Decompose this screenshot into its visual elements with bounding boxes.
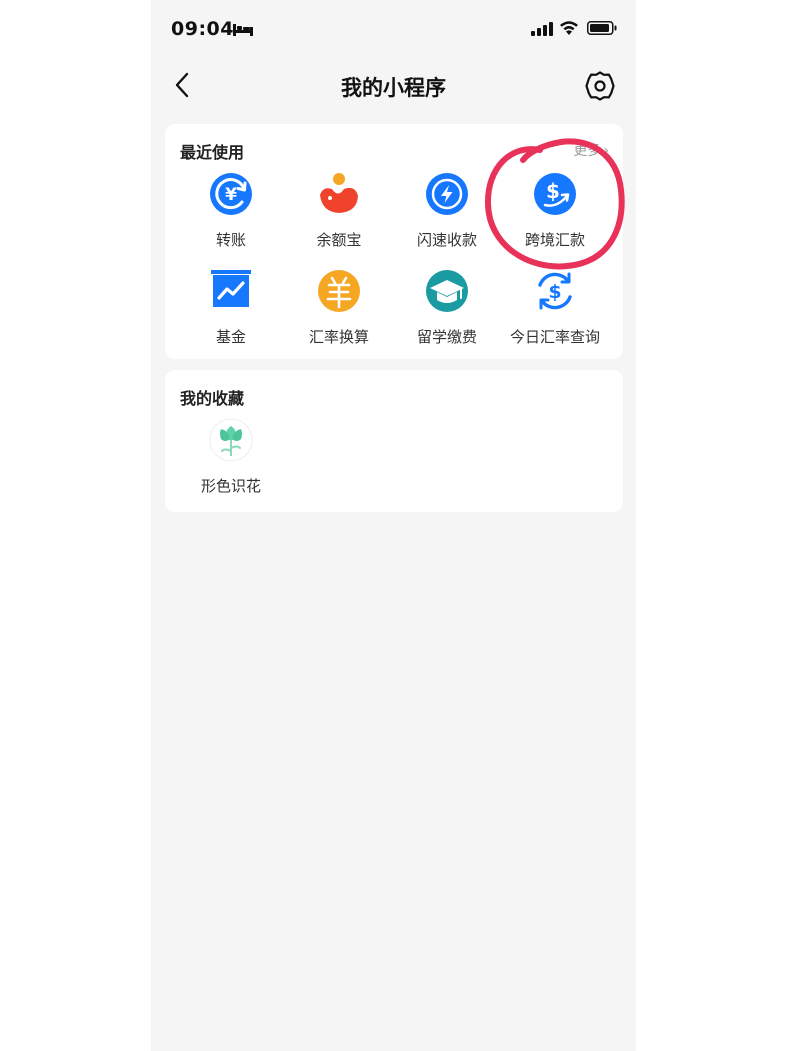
tile-today-exchange-rate[interactable]: $ 今日汇率查询 bbox=[501, 269, 609, 359]
tile-label: 转账 bbox=[215, 231, 246, 249]
tile-cross-border-remit[interactable]: $ 跨境汇款 bbox=[501, 172, 609, 262]
tile-label: 今日汇率查询 bbox=[509, 328, 600, 346]
status-time: 09:04 bbox=[171, 18, 234, 40]
dollar-refresh-icon: $ bbox=[538, 272, 572, 310]
wifi-icon bbox=[560, 21, 578, 35]
tile-label: 形色识花 bbox=[200, 477, 261, 495]
svg-text:$: $ bbox=[546, 179, 560, 203]
fund-chart-icon bbox=[211, 270, 251, 307]
tile-flash-receive[interactable]: 闪速收款 bbox=[393, 172, 501, 262]
yang-icon bbox=[318, 270, 360, 312]
status-bar: 09:04 bbox=[151, 0, 636, 60]
phone-screen: 09:04 我的小程序 最近使用 更多 › ¥ 转账 余额宝 闪速收款 $ 跨境… bbox=[151, 0, 636, 1051]
tile-flower-identify[interactable]: 形色识花 bbox=[177, 418, 285, 508]
favorites-card: 我的收藏 形色识花 bbox=[165, 370, 623, 512]
tile-yuebao[interactable]: 余额宝 bbox=[285, 172, 393, 262]
tile-label: 余额宝 bbox=[316, 231, 362, 249]
tile-fund[interactable]: 基金 bbox=[177, 269, 285, 359]
bed-icon bbox=[233, 24, 253, 36]
tile-study-abroad-pay[interactable]: 留学缴费 bbox=[393, 269, 501, 359]
page-title: 我的小程序 bbox=[341, 76, 446, 100]
svg-text:$: $ bbox=[548, 281, 561, 303]
tile-transfer[interactable]: ¥ 转账 bbox=[177, 172, 285, 262]
dollar-remit-icon: $ bbox=[534, 173, 576, 215]
tile-label: 闪速收款 bbox=[416, 231, 477, 249]
gear-icon bbox=[585, 71, 615, 101]
flower-icon bbox=[209, 418, 253, 462]
recent-card: 最近使用 更多 › ¥ 转账 余额宝 闪速收款 $ 跨境汇款 基金 汇率换算 留… bbox=[165, 124, 623, 359]
signal-icon bbox=[531, 22, 553, 36]
nav-bar: 我的小程序 bbox=[151, 60, 636, 112]
yuebao-icon bbox=[320, 173, 358, 213]
more-label: 更多 bbox=[573, 143, 602, 159]
graduation-cap-icon bbox=[426, 270, 468, 312]
tile-label: 跨境汇款 bbox=[524, 231, 585, 249]
tile-exchange-convert[interactable]: 汇率换算 bbox=[285, 269, 393, 359]
tile-label: 基金 bbox=[215, 328, 246, 346]
svg-text:¥: ¥ bbox=[225, 185, 237, 205]
lightning-icon bbox=[426, 173, 468, 215]
more-link[interactable]: 更多 › bbox=[573, 140, 609, 160]
recent-title: 最近使用 bbox=[180, 143, 245, 162]
tile-label: 汇率换算 bbox=[308, 328, 369, 346]
chevron-right-icon: › bbox=[603, 143, 609, 159]
transfer-yuan-icon: ¥ bbox=[210, 173, 252, 215]
favorites-title: 我的收藏 bbox=[180, 389, 245, 408]
tile-label: 留学缴费 bbox=[416, 328, 477, 346]
battery-icon bbox=[587, 21, 617, 35]
settings-button[interactable] bbox=[583, 69, 617, 103]
